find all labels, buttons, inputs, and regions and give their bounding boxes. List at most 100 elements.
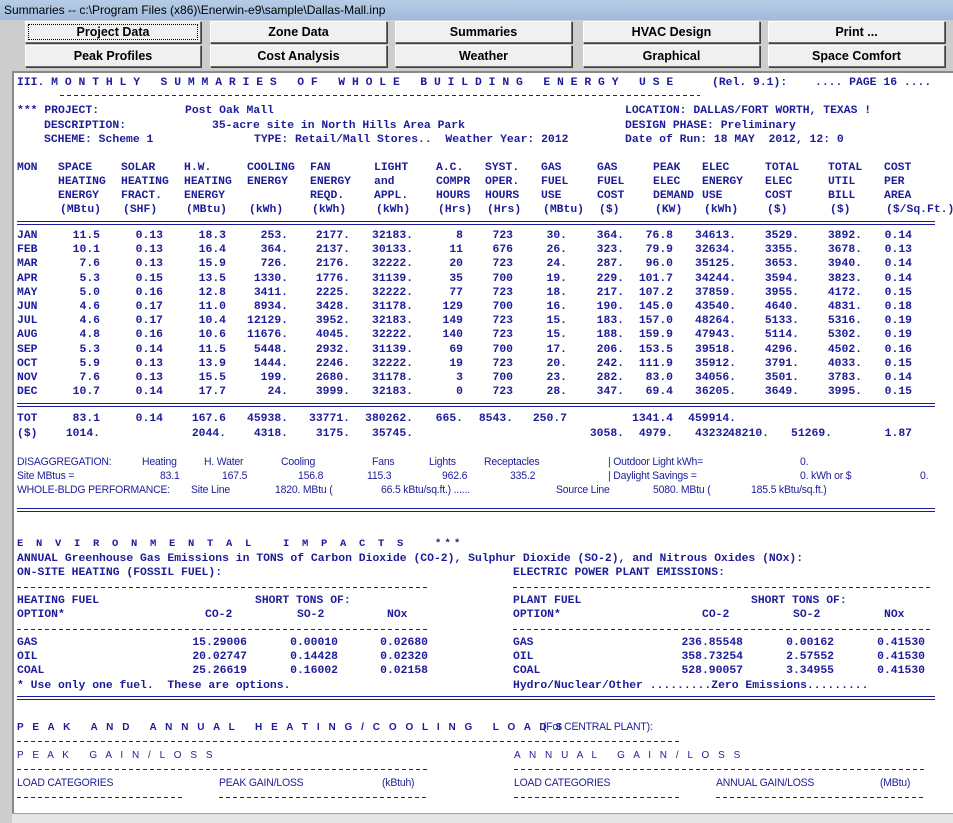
month-row-cell: 69.4 — [645, 386, 673, 399]
month-row-cell: 5114. — [764, 329, 799, 342]
month-row-cell: 3940. — [827, 258, 862, 271]
month-row-cell: 3501. — [764, 372, 799, 384]
column-header: TOTAL — [765, 162, 800, 174]
zone-data-button[interactable]: Zone Data — [210, 21, 387, 43]
month-row-label: NOV — [17, 372, 38, 384]
cost-row-cell: 3175. — [315, 428, 350, 440]
summaries-button[interactable]: Summaries — [395, 21, 572, 43]
button-label: Peak Profiles — [73, 49, 153, 63]
month-row-cell: 3999. — [315, 386, 350, 399]
month-row-cell: 32222. — [371, 286, 413, 299]
month-row-cell: 69 — [449, 343, 463, 356]
month-row-cell: 11.5 — [72, 230, 100, 242]
peak-profiles-button[interactable]: Peak Profiles — [25, 45, 201, 67]
plant-emission-value: 0.41530 — [877, 637, 925, 649]
graphical-button[interactable]: Graphical — [583, 45, 760, 67]
divider — [17, 797, 184, 798]
month-row-cell: 0.18 — [884, 301, 912, 313]
month-row-cell: 3892. — [827, 230, 862, 242]
plant-title: ELECTRIC POWER PLANT EMISSIONS: — [513, 567, 725, 579]
onsite-emission-value: 0.16002 — [290, 665, 338, 677]
month-row-cell: 723 — [492, 329, 513, 342]
button-label: Summaries — [449, 25, 518, 39]
month-row-cell: 16. — [546, 301, 567, 313]
column-header: (Hrs) — [487, 204, 522, 216]
report-text-area[interactable]: III. M O N T H L Y S U M M A R I E S O F… — [12, 71, 953, 813]
column-header: ENERGY — [247, 176, 289, 188]
month-row-cell: 3678. — [827, 244, 862, 257]
onsite-note: * Use only one fuel. These are options. — [17, 680, 291, 692]
month-row-cell: 32183. — [371, 230, 413, 242]
onsite-fuel-label: OIL — [17, 651, 38, 663]
month-row-cell: 32222. — [371, 357, 413, 370]
month-row-cell: 43540. — [694, 301, 736, 313]
total-row-cell: 33771. — [308, 413, 350, 425]
month-row-cell: 24. — [267, 386, 288, 399]
total-row-cell: 83.1 — [72, 413, 100, 425]
divider — [17, 587, 428, 588]
double-divider — [17, 403, 935, 407]
column-header: ($/Sq.Ft.) — [886, 204, 953, 216]
loads-title: P E A K A N D A N N U A L H E A T I N G … — [17, 721, 566, 733]
month-row-cell: 4640. — [764, 301, 799, 313]
month-row-cell: 23. — [546, 372, 567, 384]
column-header: SOLAR — [121, 162, 156, 174]
month-row-cell: 37859. — [694, 286, 736, 299]
double-divider — [17, 221, 935, 225]
month-row-label: AUG — [17, 329, 38, 342]
month-row-cell: 287. — [596, 258, 624, 271]
month-row-cell: 83.0 — [645, 372, 673, 384]
total-row-cell: 459914. — [688, 413, 736, 425]
month-row-cell: 34613. — [694, 230, 736, 242]
space-comfort-button[interactable]: Space Comfort — [768, 45, 945, 67]
button-label: Zone Data — [268, 25, 329, 39]
month-row-cell: 253. — [260, 230, 288, 242]
column-header: HOURS — [436, 190, 471, 202]
project-data-button[interactable]: Project Data — [25, 21, 201, 43]
month-row-cell: 3783. — [827, 372, 862, 384]
disagg-value: 115.3 — [367, 470, 392, 482]
column-header: and — [374, 176, 395, 188]
print-button[interactable]: Print ... — [768, 21, 945, 43]
month-row-cell: 2177. — [315, 230, 350, 242]
annual-gain-loss-title: A N N U A L G A I N / L O S S — [514, 749, 744, 761]
daylight-savings-label: | Daylight Savings = — [608, 470, 697, 482]
column-header: (MBtu) — [186, 204, 228, 216]
month-row-cell: 24. — [546, 258, 567, 271]
mon-header: MON — [17, 162, 38, 174]
cost-row-cell: 3058. — [589, 428, 624, 440]
hvac-design-button[interactable]: HVAC Design — [583, 21, 760, 43]
cost-analysis-button[interactable]: Cost Analysis — [210, 45, 387, 67]
month-row-cell: 20 — [449, 258, 463, 271]
onsite-emission-value: 25.26619 — [192, 665, 247, 677]
month-row-cell: 4045. — [315, 329, 350, 342]
month-row-cell: 0.15 — [884, 357, 912, 370]
month-row-cell: 18.3 — [198, 230, 226, 242]
month-row-cell: 700 — [492, 372, 513, 384]
month-row-cell: 13.9 — [198, 357, 226, 370]
month-row-label: DEC — [17, 386, 38, 399]
column-header: COST — [884, 162, 912, 174]
month-row-cell: 282. — [596, 372, 624, 384]
month-row-cell: 0.19 — [884, 315, 912, 328]
project-label: *** PROJECT: — [17, 105, 100, 117]
month-row-cell: 2137. — [315, 244, 350, 257]
divider — [17, 741, 680, 742]
month-row-cell: 8934. — [253, 301, 288, 313]
month-row-cell: 723 — [492, 258, 513, 271]
divider — [716, 797, 926, 798]
heating-fuel-header: HEATING FUEL — [17, 595, 100, 607]
month-row-cell: 3823. — [827, 272, 862, 285]
button-label: Print ... — [835, 25, 878, 39]
disagg-header: Lights — [429, 456, 456, 468]
horizontal-scrollbar[interactable] — [12, 813, 953, 823]
month-row-cell: 0.15 — [884, 286, 912, 299]
weather-button[interactable]: Weather — [395, 45, 572, 67]
column-header: (MBtu) — [60, 204, 102, 216]
plant-note: Hydro/Nuclear/Other .........Zero Emissi… — [513, 680, 869, 692]
cost-row-cell: 35745. — [371, 428, 413, 440]
total-row-cell: 45938. — [246, 413, 288, 425]
month-row-cell: 0.15 — [135, 272, 163, 285]
peak-gain-loss-title: P E A K G A I N / L O S S — [17, 749, 216, 761]
month-row-cell: 111.9 — [638, 357, 673, 370]
